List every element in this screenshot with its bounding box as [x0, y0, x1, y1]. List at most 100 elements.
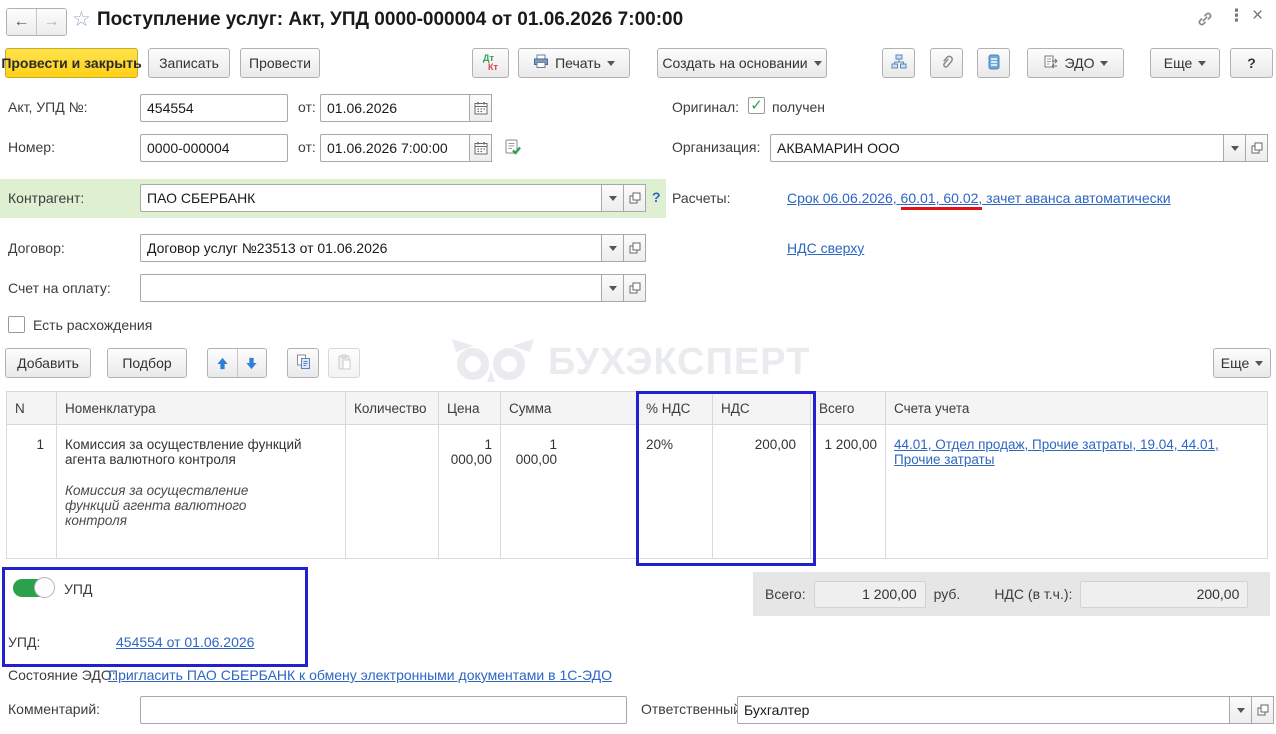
col-header-nomenclature[interactable]: Номенклатура [56, 391, 346, 425]
dtkt-postings-button[interactable]: Дт Кт [472, 48, 509, 78]
chevron-down-icon [1198, 61, 1207, 70]
act-number-input[interactable] [140, 94, 288, 122]
cell-sum[interactable]: 1 000,00 [500, 424, 638, 559]
number-input[interactable] [140, 134, 288, 162]
chevron-down-icon [606, 61, 615, 70]
move-down-icon[interactable] [238, 349, 267, 377]
cell-n[interactable]: 1 [6, 424, 57, 559]
nomenclature-name: Комиссия за осуществление функций агента… [65, 437, 302, 467]
upd-document-link[interactable]: 454554 от 01.06.2026 [116, 634, 254, 650]
post-and-close-button[interactable]: Провести и закрыть [1, 48, 142, 78]
upd-toggle[interactable] [13, 577, 55, 598]
dropdown-button[interactable] [602, 274, 624, 302]
invoice-input[interactable] [140, 274, 602, 302]
dropdown-button[interactable] [602, 234, 624, 262]
chevron-down-icon [1236, 707, 1245, 717]
organization-input[interactable] [770, 134, 1224, 162]
responsible-input[interactable] [737, 696, 1230, 724]
move-up-icon[interactable] [208, 349, 238, 377]
table-header-row: N Номенклатура Количество Цена Сумма % Н… [6, 391, 1268, 425]
cell-total[interactable]: 1 200,00 [810, 424, 886, 559]
chevron-down-icon [813, 61, 822, 70]
attachments-button[interactable] [930, 48, 963, 78]
calendar-icon[interactable] [470, 94, 492, 122]
document-check-icon[interactable] [504, 138, 522, 159]
toggle-knob [34, 577, 55, 598]
settlements-link[interactable]: Срок 06.06.2026, 60.01, 60.02, зачет ава… [787, 190, 1171, 210]
help-button[interactable]: ? [1230, 48, 1273, 78]
vat-mode-link[interactable]: НДС сверху [787, 240, 864, 256]
close-icon[interactable]: × [1252, 5, 1263, 27]
chevron-down-icon [608, 245, 617, 255]
calendar-icon[interactable] [470, 134, 492, 162]
original-checkbox[interactable]: ✓ [748, 97, 765, 114]
accounts-link[interactable]: 44.01, Отдел продаж, Прочие затраты, 19.… [894, 437, 1229, 467]
print-button[interactable]: Печать [518, 48, 630, 78]
comment-input[interactable] [140, 696, 627, 724]
edo-exchange-icon [1043, 54, 1059, 73]
col-header-vat[interactable]: НДС [712, 391, 811, 425]
create-based-on-button[interactable]: Создать на основании [657, 48, 827, 78]
document-register-button[interactable] [977, 48, 1010, 78]
printer-icon [533, 54, 549, 72]
open-button[interactable] [624, 234, 646, 262]
get-link-icon[interactable] [1196, 10, 1214, 31]
paste-rows-button[interactable] [328, 348, 360, 378]
number-date-input[interactable] [320, 134, 470, 162]
open-button[interactable] [624, 274, 646, 302]
contragent-input[interactable] [140, 184, 602, 212]
nomenclature-content: Комиссия за осуществление функций агента… [65, 483, 249, 528]
dropdown-button[interactable] [1230, 696, 1252, 724]
cell-quantity[interactable] [345, 424, 439, 559]
open-button[interactable] [1252, 696, 1274, 724]
act-date-input[interactable] [320, 94, 470, 122]
cell-nomenclature[interactable]: Комиссия за осуществление функций агента… [56, 424, 346, 559]
back-icon[interactable]: ← [7, 9, 37, 35]
cell-vat-rate[interactable]: 20% [637, 424, 713, 559]
col-header-vat-rate[interactable]: % НДС [637, 391, 713, 425]
add-row-button[interactable]: Добавить [5, 348, 91, 378]
table-row[interactable]: 1 Комиссия за осуществление функций аген… [6, 424, 1268, 559]
responsible-label: Ответственный: [641, 701, 745, 717]
kebab-menu-icon[interactable]: ⋮ [1228, 6, 1245, 26]
cell-vat[interactable]: 200,00 [712, 424, 811, 559]
total-value: 1 200,00 [813, 580, 926, 608]
discrepancies-checkbox[interactable] [8, 316, 25, 333]
edo-button[interactable]: ЭДО [1027, 48, 1124, 78]
open-button[interactable] [624, 184, 646, 212]
invoice-label: Счет на оплату: [8, 280, 111, 296]
chevron-down-icon [1100, 61, 1109, 70]
contract-input[interactable] [140, 234, 602, 262]
copy-rows-button[interactable] [287, 348, 319, 378]
col-header-sum[interactable]: Сумма [500, 391, 638, 425]
forward-icon[interactable]: → [37, 9, 66, 35]
more-button[interactable]: Еще [1150, 48, 1220, 78]
table-more-button[interactable]: Еще [1213, 348, 1271, 378]
open-button[interactable] [1246, 134, 1268, 162]
open-icon [629, 282, 640, 294]
pick-button[interactable]: Подбор [107, 348, 187, 378]
open-icon [629, 242, 640, 254]
cell-price[interactable]: 1 000,00 [438, 424, 501, 559]
currency-label: руб. [933, 586, 961, 602]
open-icon [1257, 704, 1268, 716]
col-header-accounts[interactable]: Счета учета [885, 391, 1268, 425]
col-header-quantity[interactable]: Количество [345, 391, 439, 425]
dropdown-button[interactable] [1224, 134, 1246, 162]
save-button[interactable]: Записать [148, 48, 230, 78]
vat-incl-value: 200,00 [1080, 580, 1249, 608]
watermark: БУХЭКСПЕРТ [452, 338, 810, 386]
col-header-n[interactable]: N [6, 391, 57, 425]
structure-report-button[interactable] [882, 48, 915, 78]
cell-accounts[interactable]: 44.01, Отдел продаж, Прочие затраты, 19.… [885, 424, 1268, 559]
contragent-help-link[interactable]: ? [652, 189, 661, 205]
favorite-star-icon[interactable]: ☆ [72, 7, 91, 32]
dropdown-button[interactable] [602, 184, 624, 212]
chevron-down-icon [608, 195, 617, 205]
post-button[interactable]: Провести [240, 48, 320, 78]
comment-label: Комментарий: [8, 701, 101, 717]
col-header-price[interactable]: Цена [438, 391, 501, 425]
edo-state-link[interactable]: Пригласить ПАО СБЕРБАНК к обмену электро… [108, 667, 612, 683]
check-icon: ✓ [750, 97, 763, 114]
col-header-total[interactable]: Всего [810, 391, 886, 425]
